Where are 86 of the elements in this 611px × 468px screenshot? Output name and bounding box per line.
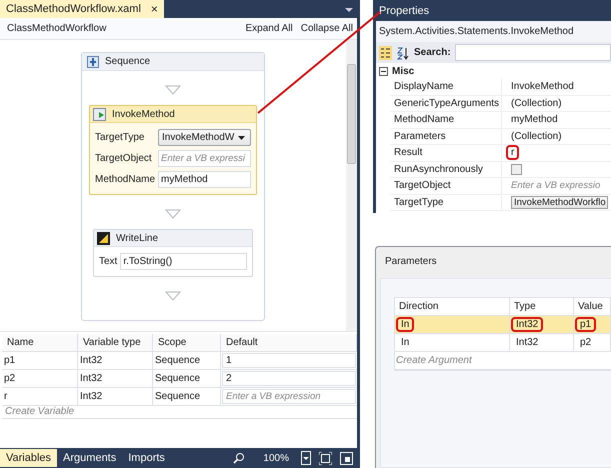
method-icon	[93, 108, 106, 120]
property-name: TargetObject	[390, 178, 502, 194]
property-name: DisplayName	[390, 79, 502, 94]
column-header: Direction	[395, 298, 510, 315]
sequence-icon	[87, 56, 99, 68]
property-name: RunAsynchronously	[390, 162, 502, 177]
column-header: Value	[574, 298, 611, 315]
column-header: Variable type	[78, 334, 153, 351]
table-cell: Sequence	[153, 370, 221, 387]
property-dropdown[interactable]: InvokeMethodWorkflo	[511, 196, 608, 209]
default-field[interactable]: 2	[222, 371, 356, 386]
panel-title: Properties	[378, 4, 430, 18]
caret-icon	[238, 136, 246, 140]
field-label: TargetObject	[95, 153, 153, 164]
table-cell: Int32	[78, 370, 153, 387]
table-cell[interactable]: In	[396, 317, 414, 332]
create-variable-link[interactable]: Create Variable	[2, 406, 357, 419]
writeline-icon	[97, 232, 110, 244]
table-cell[interactable]: p2	[575, 335, 596, 350]
activity-title: WriteLine	[116, 232, 158, 244]
table-cell[interactable]: Int32	[511, 335, 544, 350]
table-cell[interactable]: Int32	[511, 317, 544, 332]
fit-screen-icon[interactable]	[319, 452, 332, 464]
dropdown-icon[interactable]	[301, 451, 311, 465]
property-name: MethodName	[390, 112, 502, 128]
table-cell: r	[2, 388, 78, 405]
expression-field[interactable]: r.ToString()	[120, 253, 247, 270]
dialog-title: Parameters	[384, 254, 438, 268]
collapse-all-link[interactable]: Collapse All	[300, 23, 353, 34]
overview-icon[interactable]	[340, 452, 353, 464]
drop-arrow-icon	[165, 291, 181, 301]
create-argument-link[interactable]: Create Argument	[395, 352, 611, 369]
zoom-level[interactable]: 100%	[263, 452, 289, 464]
activity-title: InvokeMethod	[112, 108, 175, 120]
table-cell: p1	[2, 352, 78, 369]
tab-title: ClassMethodWorkflow.xaml	[6, 3, 141, 15]
search-label: Search:	[414, 47, 451, 58]
categorized-icon[interactable]	[379, 46, 392, 60]
table-cell[interactable]: p1	[575, 317, 596, 332]
property-value[interactable]: InvokeMethod	[506, 79, 579, 94]
sort-alphabetical-icon[interactable]	[396, 46, 410, 60]
column-header: Default	[221, 334, 357, 351]
table-cell[interactable]: In	[396, 335, 414, 350]
category-label: Misc	[392, 66, 414, 76]
drop-arrow-icon	[165, 85, 181, 95]
field-label: MethodName	[95, 174, 156, 185]
dropdown-icon[interactable]	[345, 8, 353, 12]
activity-card[interactable]: WriteLine Text r.ToString()	[93, 229, 253, 277]
bottom-tab[interactable]: Arguments	[57, 449, 122, 467]
activity-card[interactable]: InvokeMethod TargetType InvokeMethodW TargetObject Enter a VB expressi MethodName myMethod	[89, 105, 257, 195]
type-dropdown[interactable]: InvokeMethodW	[158, 129, 251, 146]
table-cell: Int32	[78, 388, 153, 405]
property-name: GenericTypeArguments	[390, 96, 502, 111]
breadcrumb[interactable]: ClassMethodWorkflow	[7, 23, 106, 34]
column-header: Type	[510, 298, 574, 315]
table-cell: Int32	[78, 352, 153, 369]
close-button[interactable]: ×	[150, 2, 158, 16]
search-icon[interactable]	[233, 452, 246, 464]
bottom-tab[interactable]: Variables	[0, 449, 58, 467]
default-field[interactable]: 1	[222, 353, 356, 368]
property-name: Result	[390, 145, 502, 160]
sequence-container[interactable]: Sequence InvokeMethod TargetType InvokeMethodW TargetObject Enter a VB expressi MethodName myMethod WriteLine Text r.ToString()	[81, 52, 265, 321]
expand-all-link[interactable]: Expand All	[245, 23, 293, 34]
type-name: System.Activities.Statements.InvokeMethod	[376, 21, 611, 42]
search-field[interactable]	[454, 44, 611, 61]
sequence-title: Sequence	[105, 56, 150, 67]
document-tab[interactable]: ClassMethodWorkflow.xaml ×	[0, 0, 164, 18]
table-cell: p2	[2, 370, 78, 387]
expression-field[interactable]: myMethod	[158, 171, 251, 188]
bottom-tab[interactable]: Imports	[122, 449, 171, 467]
checkbox[interactable]	[511, 164, 522, 175]
table-cell: Sequence	[153, 352, 221, 369]
field-label: Text	[99, 256, 118, 267]
property-name: Parameters	[390, 128, 502, 144]
property-value[interactable]: r	[506, 145, 520, 160]
column-header: Scope	[153, 334, 221, 351]
column-header: Name	[2, 334, 78, 351]
drop-arrow-icon	[165, 209, 181, 219]
collapse-icon[interactable]	[379, 66, 388, 76]
property-value[interactable]: myMethod	[506, 112, 563, 128]
field-label: TargetType	[95, 132, 146, 143]
scrollbar[interactable]	[346, 40, 357, 331]
property-value[interactable]: (Collection)	[506, 96, 567, 111]
property-value[interactable]: (Collection)	[506, 128, 567, 144]
table-cell: Sequence	[153, 388, 221, 405]
property-name: TargetType	[390, 194, 502, 210]
